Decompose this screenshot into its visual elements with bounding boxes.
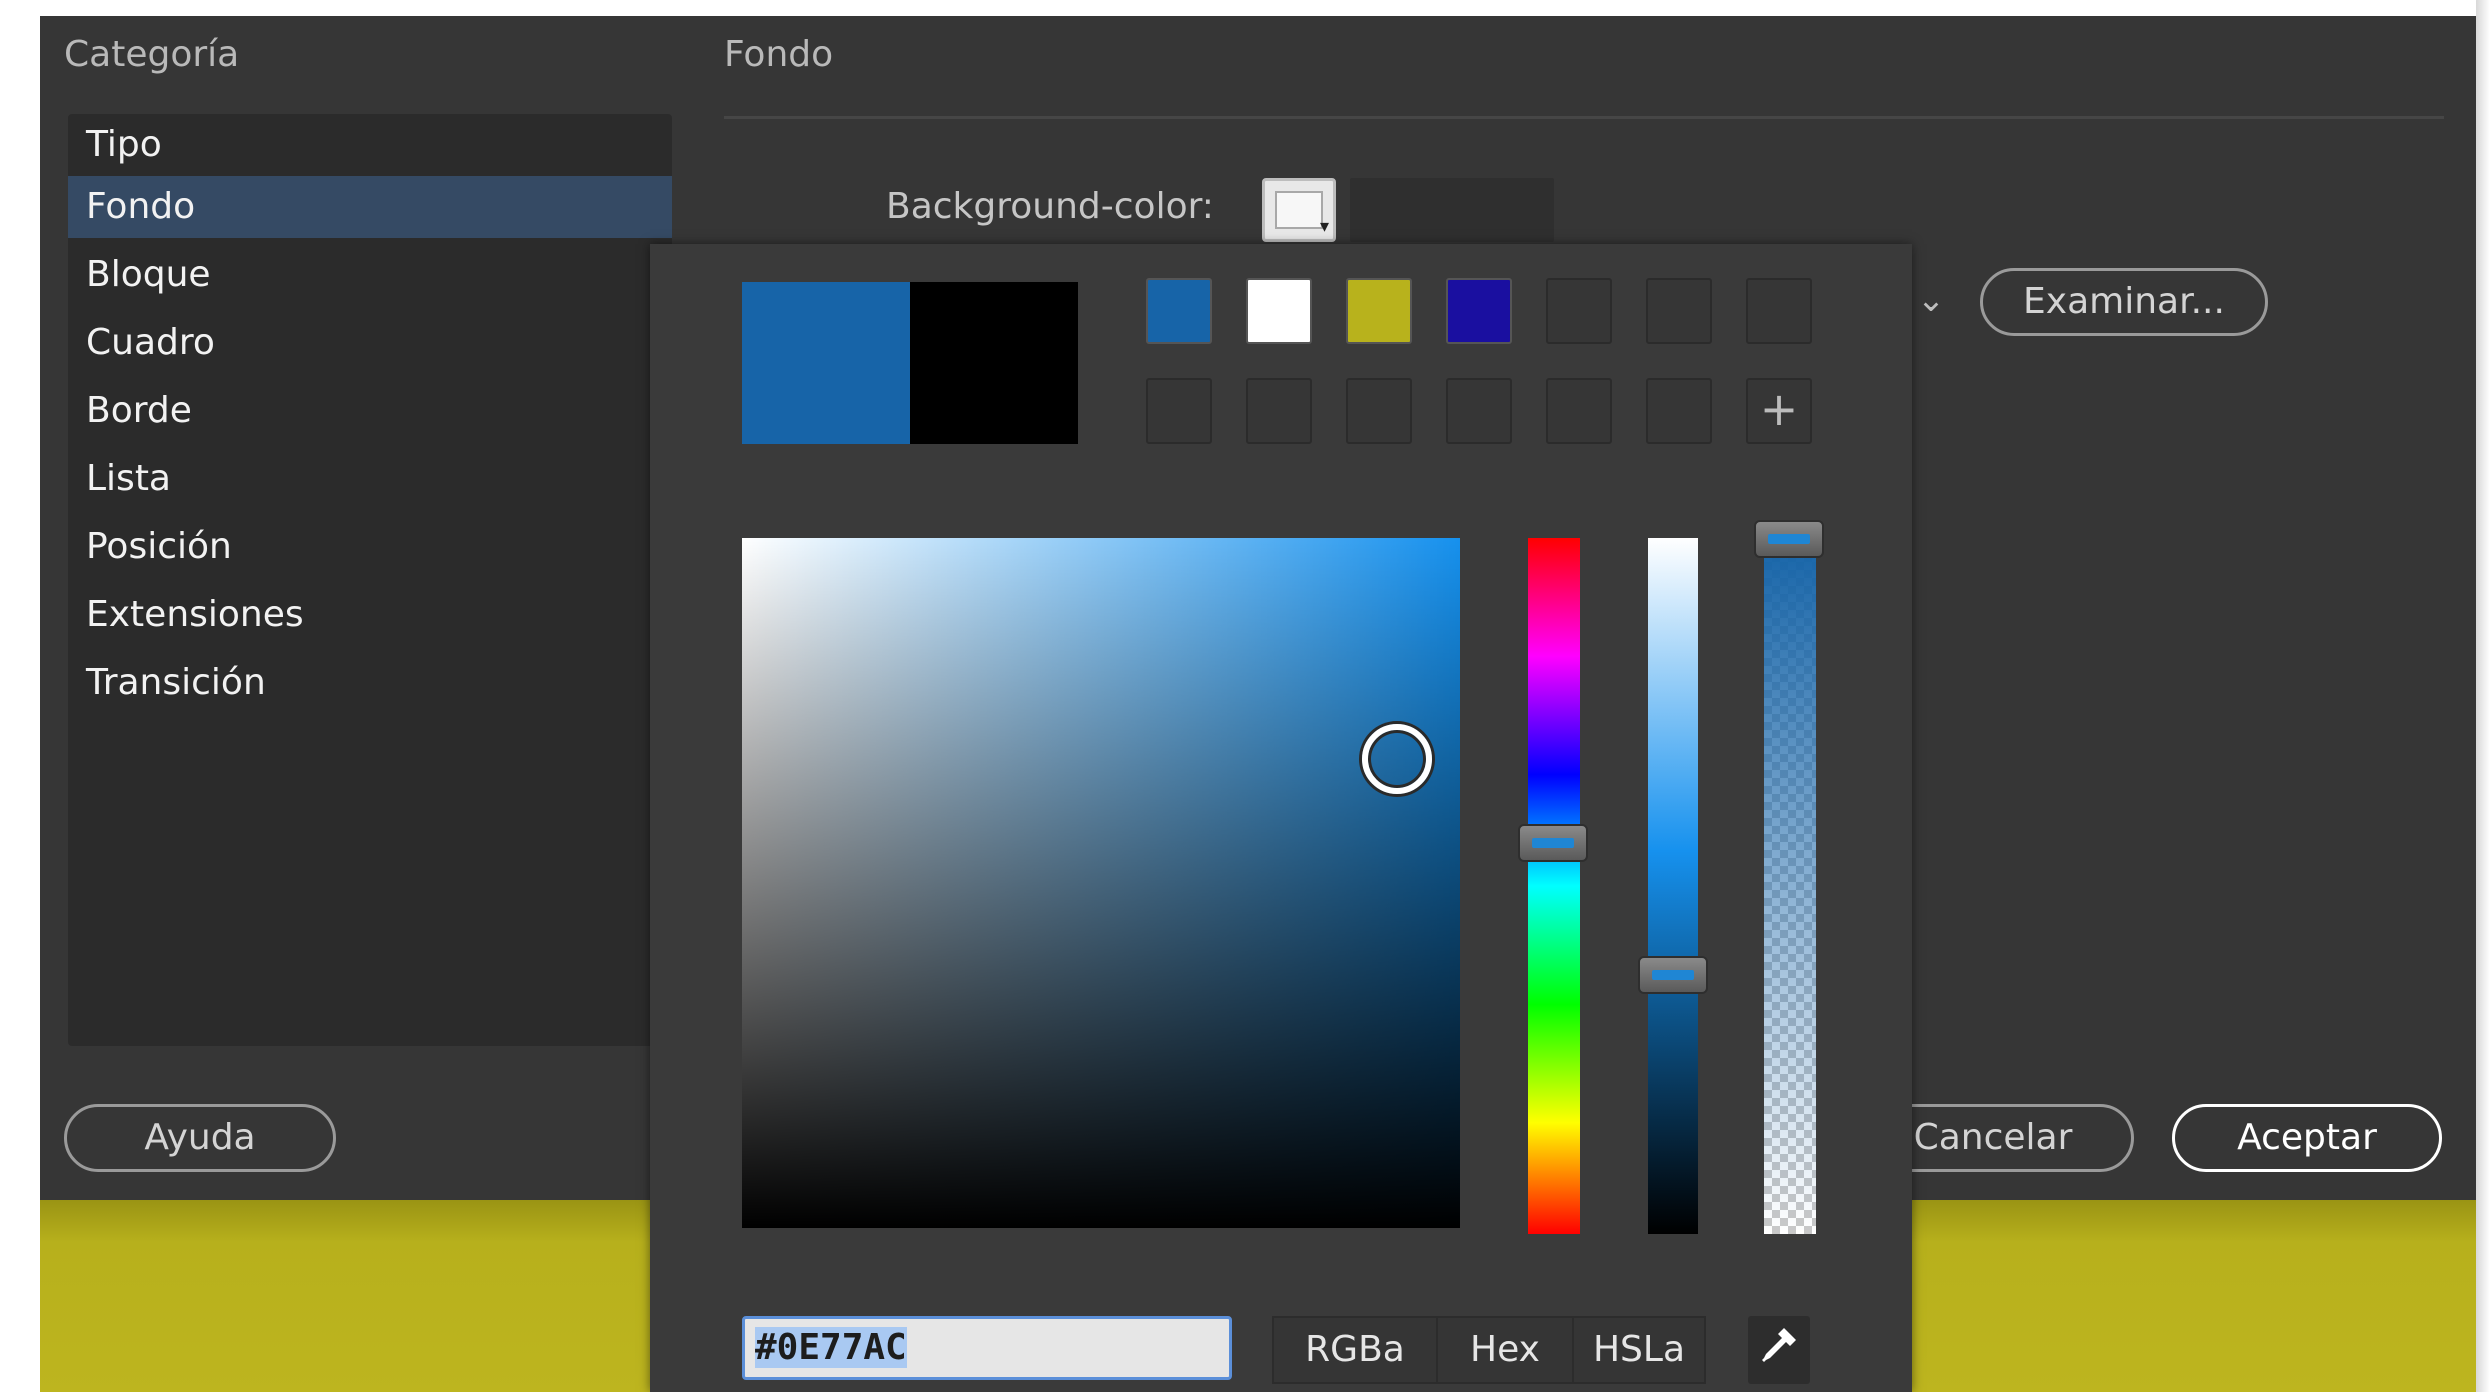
color-cursor[interactable] xyxy=(1362,724,1432,794)
alpha-slider-handle[interactable] xyxy=(1754,520,1824,558)
swatch-preview xyxy=(1275,191,1323,229)
saturation-brightness-field[interactable] xyxy=(742,538,1460,1228)
help-button[interactable]: Ayuda xyxy=(64,1104,336,1172)
lightness-slider-handle[interactable] xyxy=(1638,956,1708,994)
browse-button[interactable]: Examinar... xyxy=(1980,268,2268,336)
hue-slider[interactable] xyxy=(1528,538,1580,1234)
background-color-label: Background-color: xyxy=(886,186,1214,227)
new-color-preview xyxy=(742,282,910,444)
hex-value-text: #0E77AC xyxy=(755,1327,907,1368)
section-title: Fondo xyxy=(724,34,834,75)
swatch-10[interactable] xyxy=(1346,378,1412,444)
category-item-lista[interactable]: Lista xyxy=(68,448,672,510)
background-color-swatch[interactable]: ▾ xyxy=(1262,178,1336,242)
swatch-7[interactable] xyxy=(1746,278,1812,344)
swatch-12[interactable] xyxy=(1546,378,1612,444)
swatch-6[interactable] xyxy=(1646,278,1712,344)
swatch-11[interactable] xyxy=(1446,378,1512,444)
category-item-cuadro[interactable]: Cuadro xyxy=(68,312,672,374)
mode-hsla-button[interactable]: HSLa xyxy=(1574,1318,1704,1382)
previous-color-preview[interactable] xyxy=(910,282,1078,444)
chevron-down-icon[interactable]: ⌄ xyxy=(1906,280,1956,324)
swatch-4[interactable] xyxy=(1446,278,1512,344)
swatch-5[interactable] xyxy=(1546,278,1612,344)
hex-color-input[interactable]: #0E77AC xyxy=(742,1316,1232,1380)
eyedropper-icon xyxy=(1762,1328,1796,1362)
category-item-tipo[interactable]: Tipo xyxy=(68,114,672,176)
swatch-3[interactable] xyxy=(1346,278,1412,344)
category-item-fondo[interactable]: Fondo xyxy=(68,176,672,238)
alpha-slider[interactable] xyxy=(1764,538,1816,1234)
hue-slider-handle[interactable] xyxy=(1518,824,1588,862)
swatch-dropdown-icon: ▾ xyxy=(1319,216,1329,237)
window-edge xyxy=(2476,0,2490,1392)
swatch-1[interactable] xyxy=(1146,278,1212,344)
background-color-input[interactable] xyxy=(1350,178,1554,242)
eyedropper-button[interactable] xyxy=(1748,1316,1810,1384)
color-mode-selector: RGBa Hex HSLa xyxy=(1272,1316,1706,1384)
category-item-transicion[interactable]: Transición xyxy=(68,652,672,714)
lightness-slider[interactable] xyxy=(1648,538,1698,1234)
category-item-extensiones[interactable]: Extensiones xyxy=(68,584,672,646)
swatch-8[interactable] xyxy=(1146,378,1212,444)
swatch-13[interactable] xyxy=(1646,378,1712,444)
swatch-2[interactable] xyxy=(1246,278,1312,344)
swatch-9[interactable] xyxy=(1246,378,1312,444)
mode-hex-button[interactable]: Hex xyxy=(1438,1318,1574,1382)
mode-rgba-button[interactable]: RGBa xyxy=(1274,1318,1438,1382)
category-heading: Categoría xyxy=(64,34,240,75)
category-item-bloque[interactable]: Bloque xyxy=(68,244,672,306)
add-swatch-button[interactable]: + xyxy=(1746,378,1812,444)
category-item-borde[interactable]: Borde xyxy=(68,380,672,442)
title-divider xyxy=(724,116,2444,119)
ok-button[interactable]: Aceptar xyxy=(2172,1104,2442,1172)
category-item-posicion[interactable]: Posición xyxy=(68,516,672,578)
category-list: Tipo Fondo Bloque Cuadro Borde Lista Pos… xyxy=(68,114,672,1046)
